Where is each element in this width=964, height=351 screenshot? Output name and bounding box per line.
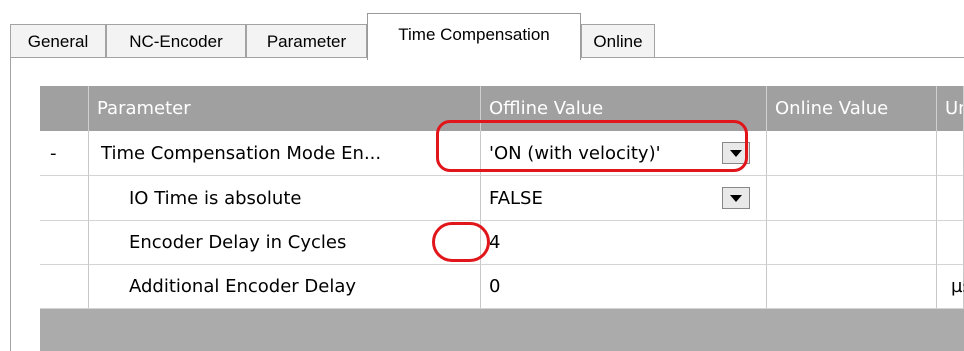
online-value: [767, 265, 937, 309]
unit: µs: [937, 265, 964, 309]
tab-online[interactable]: Online: [581, 24, 655, 57]
header-parameter[interactable]: Parameter: [89, 86, 481, 131]
table-row[interactable]: IO Time is absolute FALSE: [40, 176, 964, 221]
offline-value: FALSE: [489, 187, 543, 209]
parameter-name: IO Time is absolute: [89, 176, 481, 221]
expander-cell: [40, 265, 89, 309]
expander-cell: [40, 176, 89, 221]
online-value: [767, 221, 937, 265]
unit: [937, 221, 964, 265]
parameter-name: Additional Encoder Delay: [89, 265, 481, 309]
chevron-down-icon: [730, 194, 742, 202]
header-unit[interactable]: Unit: [937, 86, 964, 131]
tab-strip: General NC-Encoder Parameter Time Compen…: [0, 0, 964, 60]
table-row[interactable]: Encoder Delay in Cycles 4: [40, 221, 964, 265]
tab-parameter[interactable]: Parameter: [246, 24, 367, 57]
offline-value-field[interactable]: 0: [481, 265, 767, 309]
online-value: [767, 131, 937, 176]
parameter-name: Time Compensation Mode En...: [89, 131, 481, 176]
unit: [937, 176, 964, 221]
online-value: [767, 176, 937, 221]
unit: [937, 131, 964, 176]
expander-cell: [40, 221, 89, 265]
table-row[interactable]: Additional Encoder Delay 0 µs: [40, 265, 964, 309]
highlight-delay-cycles: [432, 222, 490, 262]
dropdown-button[interactable]: [722, 187, 750, 209]
tab-time-compensation[interactable]: Time Compensation: [367, 13, 581, 60]
parameter-name: Encoder Delay in Cycles: [89, 221, 481, 265]
offline-value-field[interactable]: 4: [481, 221, 767, 265]
header-expander-column: [40, 86, 89, 131]
highlight-mode-dropdown: [436, 120, 748, 172]
header-online-value[interactable]: Online Value: [767, 86, 937, 131]
panel-border: [10, 57, 11, 351]
collapse-toggle[interactable]: -: [40, 131, 89, 176]
tab-nc-encoder[interactable]: NC-Encoder: [106, 24, 246, 57]
tab-general[interactable]: General: [10, 24, 106, 57]
offline-value-dropdown[interactable]: FALSE: [481, 176, 767, 221]
